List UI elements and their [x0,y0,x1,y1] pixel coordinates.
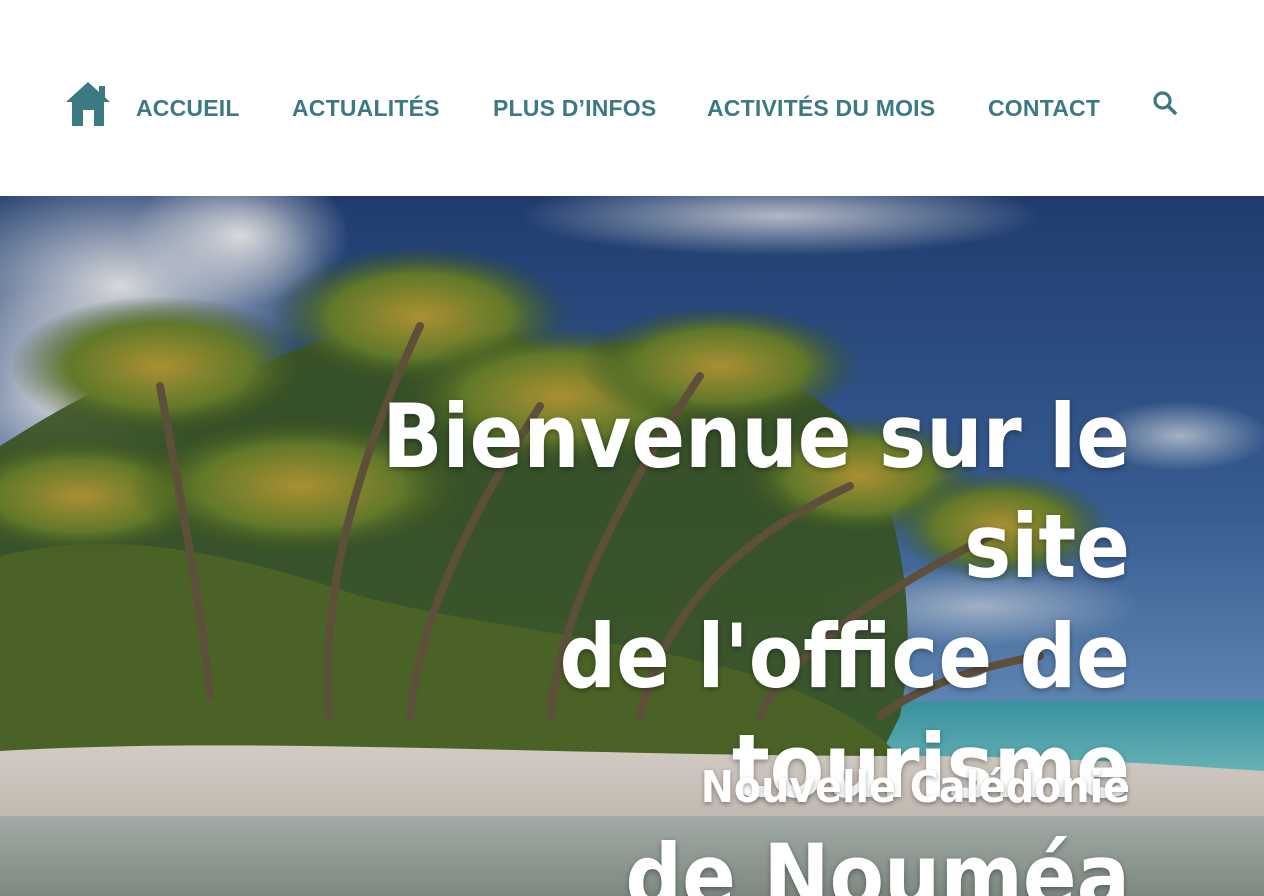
hero-title-line: Bienvenue sur le site [382,385,1130,598]
search-icon [1153,91,1177,115]
main-nav: ACCUEIL ACTUALITÉS PLUS D’INFOS ACTIVITÉ… [0,92,1264,124]
site-header: ACCUEIL ACTUALITÉS PLUS D’INFOS ACTIVITÉ… [0,0,1264,196]
nav-item-actualites[interactable]: ACTUALITÉS [292,92,440,124]
hero-banner: Bienvenue sur le site de l'office de tou… [0,196,1264,896]
search-button[interactable] [1152,90,1178,116]
hero-subtitle: Nouvelle Calédonie [700,762,1130,813]
nav-item-contact[interactable]: CONTACT [988,92,1100,124]
hero-title: Bienvenue sur le site de l'office de tou… [210,382,1130,896]
nav-item-plus-infos[interactable]: PLUS D’INFOS [493,92,656,124]
hero-title-line: de Nouméa [625,825,1130,896]
nav-item-activites-du-mois[interactable]: ACTIVITÉS DU MOIS [707,92,935,124]
nav-item-accueil[interactable]: ACCUEIL [136,92,240,124]
